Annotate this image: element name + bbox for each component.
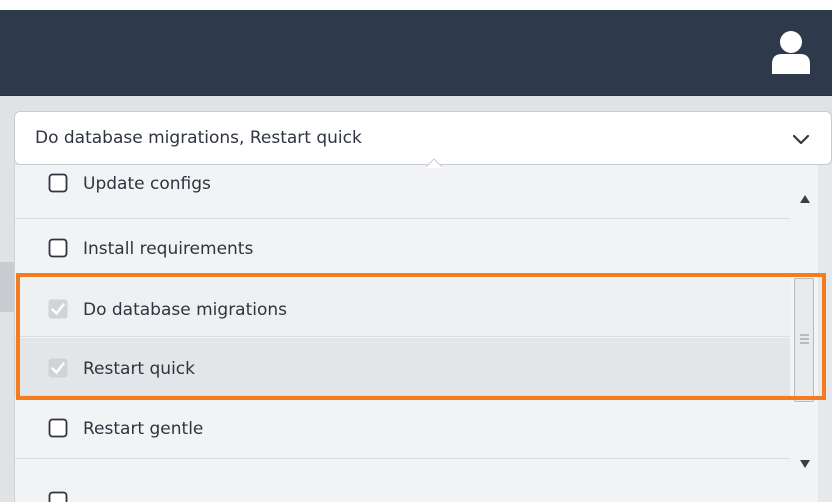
dropdown-scrollbar[interactable] bbox=[790, 165, 818, 502]
app-frame: Do database migrations, Restart quick Up… bbox=[0, 0, 832, 502]
option-partial[interactable] bbox=[15, 461, 790, 502]
checkbox-unchecked-icon[interactable] bbox=[48, 238, 68, 258]
option-do-database-migrations[interactable]: Do database migrations bbox=[15, 279, 790, 337]
option-label: Restart quick bbox=[83, 359, 195, 379]
scroll-down-arrow-icon[interactable] bbox=[800, 460, 810, 468]
checkbox-checked-icon[interactable] bbox=[48, 299, 68, 319]
option-restart-quick[interactable]: Restart quick bbox=[15, 338, 790, 396]
user-icon[interactable] bbox=[770, 30, 812, 74]
checkbox-unchecked-icon[interactable] bbox=[48, 418, 68, 438]
option-restart-gentle[interactable]: Restart gentle bbox=[15, 401, 790, 459]
chevron-down-icon[interactable] bbox=[792, 130, 810, 148]
top-bar bbox=[0, 10, 832, 96]
scrollbar-thumb[interactable] bbox=[794, 278, 814, 402]
options-dropdown: Update configs Install requirements Do d… bbox=[14, 165, 832, 502]
select-value: Do database migrations, Restart quick bbox=[35, 128, 362, 148]
option-label: Update configs bbox=[83, 174, 211, 194]
background-panel-edge bbox=[0, 262, 14, 312]
checkbox-checked-icon[interactable] bbox=[48, 358, 68, 378]
option-update-configs[interactable]: Update configs bbox=[15, 165, 790, 219]
grip-icon bbox=[800, 334, 809, 344]
option-install-requirements[interactable]: Install requirements bbox=[15, 219, 790, 277]
option-label: Restart gentle bbox=[83, 419, 204, 439]
checkbox-unchecked-icon[interactable] bbox=[48, 491, 68, 502]
checkbox-unchecked-icon[interactable] bbox=[48, 173, 68, 193]
option-label: Install requirements bbox=[83, 239, 254, 259]
dropdown-caret bbox=[425, 158, 443, 168]
option-label: Do database migrations bbox=[83, 300, 288, 320]
task-multiselect[interactable]: Do database migrations, Restart quick bbox=[14, 111, 832, 165]
scroll-up-arrow-icon[interactable] bbox=[800, 195, 810, 203]
dropdown-right-edge bbox=[818, 165, 832, 502]
